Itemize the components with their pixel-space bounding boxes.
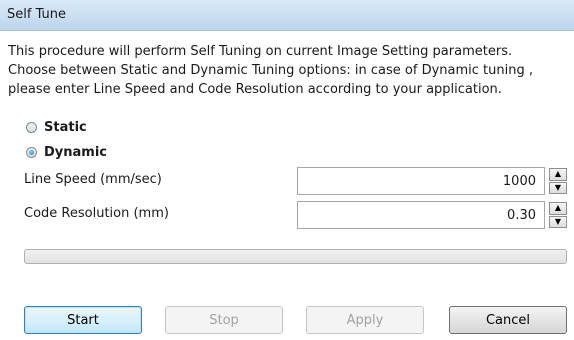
code-resolution-value: 0.30 (507, 208, 536, 223)
description-line: Choose between Static and Dynamic Tuning… (8, 63, 533, 78)
description-line: please enter Line Speed and Code Resolut… (8, 82, 502, 97)
start-button[interactable]: Start (24, 306, 142, 334)
dynamic-radio-option[interactable]: Dynamic (26, 143, 107, 161)
line-speed-spinner[interactable]: ▲ ▼ (549, 168, 567, 194)
line-speed-input[interactable]: 1000 (297, 167, 545, 195)
static-radio-option[interactable]: Static (26, 118, 87, 136)
static-radio-label: Static (44, 119, 87, 135)
dynamic-radio-button[interactable] (26, 146, 37, 158)
title-bar[interactable]: Self Tune (0, 0, 574, 31)
up-arrow-icon[interactable]: ▲ (549, 202, 567, 215)
window-title: Self Tune (7, 7, 67, 22)
apply-button[interactable]: Apply (306, 306, 424, 334)
down-arrow-icon[interactable]: ▼ (549, 215, 567, 228)
stop-button[interactable]: Stop (165, 306, 283, 334)
code-resolution-spinner[interactable]: ▲ ▼ (549, 202, 567, 228)
up-arrow-icon[interactable]: ▲ (549, 168, 567, 181)
static-radio-button[interactable] (26, 121, 37, 133)
self-tune-dialog: Self Tune This procedure will perform Se… (0, 0, 574, 340)
line-speed-value: 1000 (502, 174, 536, 189)
down-arrow-icon[interactable]: ▼ (549, 181, 567, 194)
dynamic-radio-label: Dynamic (44, 144, 108, 160)
description: This procedure will perform Self Tuning … (8, 42, 568, 99)
tuning-progress-bar (24, 249, 567, 264)
description-line: This procedure will perform Self Tuning … (8, 44, 513, 59)
code-resolution-input[interactable]: 0.30 (297, 201, 545, 229)
code-resolution-label: Code Resolution (mm) (24, 206, 169, 221)
line-speed-label: Line Speed (mm/sec) (24, 172, 162, 187)
cancel-button[interactable]: Cancel (449, 306, 567, 334)
